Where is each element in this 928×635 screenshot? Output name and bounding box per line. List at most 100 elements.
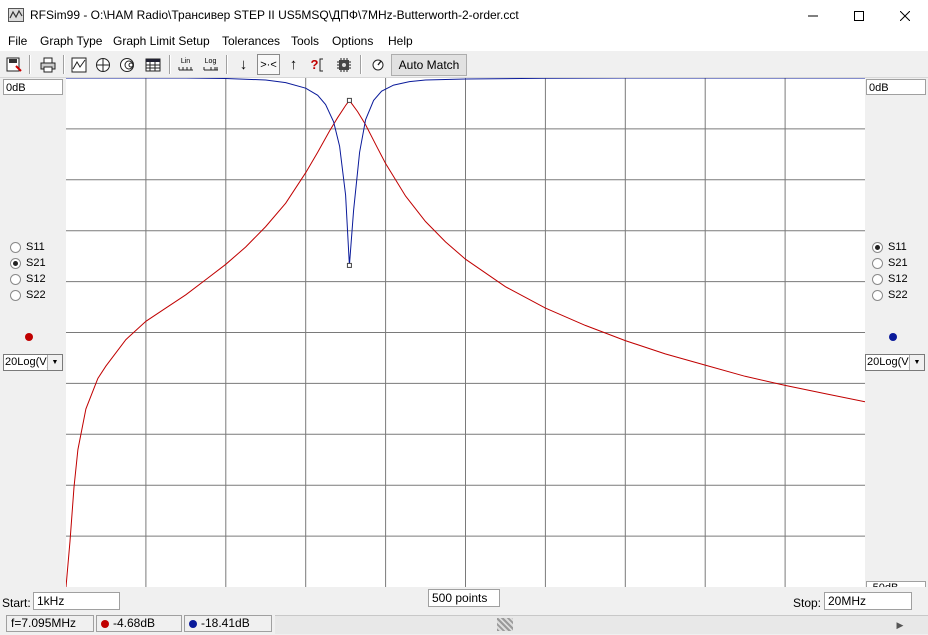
help-question-icon: ? [310, 57, 319, 72]
radio-button[interactable] [872, 289, 883, 301]
left-ref-level[interactable]: 0dB [3, 79, 63, 95]
radio-label: S11 [26, 241, 45, 253]
start-frequency-input[interactable]: 1kHz [33, 592, 120, 610]
right-radio-s21[interactable]: S21 [872, 255, 908, 271]
left-scale-select[interactable]: 20Log(V) ▼ [3, 354, 63, 371]
minimize-button[interactable] [790, 0, 836, 31]
rect-graph-icon [71, 57, 86, 72]
radio-label: S12 [888, 273, 908, 285]
radio-label: S21 [26, 257, 46, 269]
polar-graph-button[interactable] [92, 54, 113, 75]
right-scale-value: 20Log(V) [867, 356, 913, 368]
menu-bar: File Graph Type Graph Limit Setup Tolera… [0, 31, 928, 51]
close-button[interactable] [882, 0, 928, 31]
scrollbar-thumb[interactable] [497, 618, 513, 631]
marker-s21[interactable] [346, 97, 352, 103]
dropdown-arrow-icon[interactable]: ▼ [47, 355, 62, 370]
arrow-up-icon: ↑ [289, 56, 298, 73]
blue-dot-icon [189, 620, 197, 628]
linear-scale-button[interactable]: Lin [175, 54, 196, 75]
menu-help[interactable]: Help [388, 34, 413, 48]
left-scale-value: 20Log(V) [5, 356, 51, 368]
menu-graph-type[interactable]: Graph Type [40, 34, 102, 48]
dropdown-arrow-icon[interactable]: ▼ [909, 355, 924, 370]
marker-s11[interactable] [346, 262, 352, 268]
menu-tolerances[interactable]: Tolerances [222, 34, 280, 48]
left-panel: 0dB S11 S21 S12 S22 20Log(V) ▼ [0, 78, 66, 587]
plot-area[interactable] [66, 78, 865, 587]
radio-button[interactable] [10, 241, 21, 253]
lin-scale-icon [178, 67, 193, 71]
maximize-button[interactable] [836, 0, 882, 31]
save-icon [6, 57, 22, 72]
table-icon [145, 58, 160, 71]
radio-button[interactable] [872, 273, 883, 285]
radio-button[interactable] [872, 257, 883, 269]
stop-frequency-input[interactable]: 20MHz [824, 592, 912, 610]
right-radio-s11[interactable]: S11 [872, 239, 907, 255]
table-button[interactable] [142, 54, 163, 75]
menu-file[interactable]: File [8, 34, 27, 48]
right-scale-select[interactable]: 20Log(V) ▼ [865, 354, 925, 371]
start-label: Start: [2, 596, 31, 610]
arrow-down-icon: ↓ [239, 56, 248, 73]
sparameter-chart[interactable] [66, 78, 865, 587]
log-label: Log [204, 58, 217, 65]
auto-match-button[interactable]: Auto Match [391, 54, 467, 76]
radio-button[interactable] [872, 241, 883, 253]
horizontal-scrollbar[interactable]: ▶ [275, 615, 928, 634]
tune-button[interactable] [367, 54, 388, 75]
right-panel: 0dB S11 S21 S12 S22 20Log(V) ▼ -50dB [865, 78, 928, 593]
sweep-bar: Start: 1kHz 500 points Stop: 20MHz [0, 587, 928, 613]
help-button[interactable]: ? [307, 54, 328, 75]
printer-icon [40, 57, 55, 72]
menu-tools[interactable]: Tools [291, 34, 319, 48]
bracket-icon [319, 58, 324, 71]
left-radio-s22[interactable]: S22 [10, 287, 46, 303]
print-button[interactable] [37, 54, 58, 75]
left-radio-s12[interactable]: S12 [10, 271, 46, 287]
left-trace-color-indicator [25, 333, 33, 341]
marker-down-button[interactable]: ↓ [233, 54, 254, 75]
log-scale-button[interactable]: Log [200, 54, 221, 75]
points-input[interactable]: 500 points [428, 589, 500, 607]
cursors-icon: >·< [260, 58, 277, 71]
smith-chart-button[interactable] [116, 54, 137, 75]
radio-label: S22 [26, 289, 46, 301]
radio-button[interactable] [10, 257, 21, 269]
marker-up-button[interactable]: ↑ [283, 54, 304, 75]
scroll-right-arrow-icon[interactable]: ▶ [892, 617, 908, 633]
maximize-icon [854, 10, 864, 21]
menu-graph-limit-setup[interactable]: Graph Limit Setup [113, 34, 210, 48]
left-radio-s11[interactable]: S11 [10, 239, 45, 255]
menu-options[interactable]: Options [332, 34, 373, 48]
window-title: RFSim99 - O:\HAM Radio\Трансивер STEP II… [30, 8, 519, 22]
close-icon [900, 10, 910, 21]
grid-lines [66, 78, 865, 587]
right-ref-level[interactable]: 0dB [866, 79, 926, 95]
lin-label: Lin [180, 58, 191, 65]
radio-button[interactable] [10, 289, 21, 301]
stop-label: Stop: [793, 596, 822, 610]
right-trace-color-indicator [889, 333, 897, 341]
title-bar: RFSim99 - O:\HAM Radio\Трансивер STEP II… [0, 0, 928, 31]
right-radio-s12[interactable]: S12 [872, 271, 908, 287]
left-radio-s21[interactable]: S21 [10, 255, 46, 271]
component-tool-button[interactable] [333, 54, 354, 75]
marker-cursors-button[interactable]: >·< [257, 54, 280, 75]
smith-chart-icon [119, 57, 134, 72]
component-icon [336, 57, 351, 72]
radio-label: S21 [888, 257, 908, 269]
polar-icon [95, 57, 110, 72]
save-graph-button[interactable] [3, 54, 24, 75]
rectangular-graph-button[interactable] [68, 54, 89, 75]
red-dot-icon [101, 620, 109, 628]
radio-button[interactable] [10, 273, 21, 285]
left-value-text: -4.68dB [113, 616, 156, 630]
status-left-value: -4.68dB [96, 615, 182, 632]
right-value-text: -18.41dB [201, 616, 250, 630]
right-radio-s22[interactable]: S22 [872, 287, 908, 303]
radio-label: S12 [26, 273, 46, 285]
status-right-value: -18.41dB [184, 615, 272, 632]
tune-knob-icon [372, 59, 383, 70]
